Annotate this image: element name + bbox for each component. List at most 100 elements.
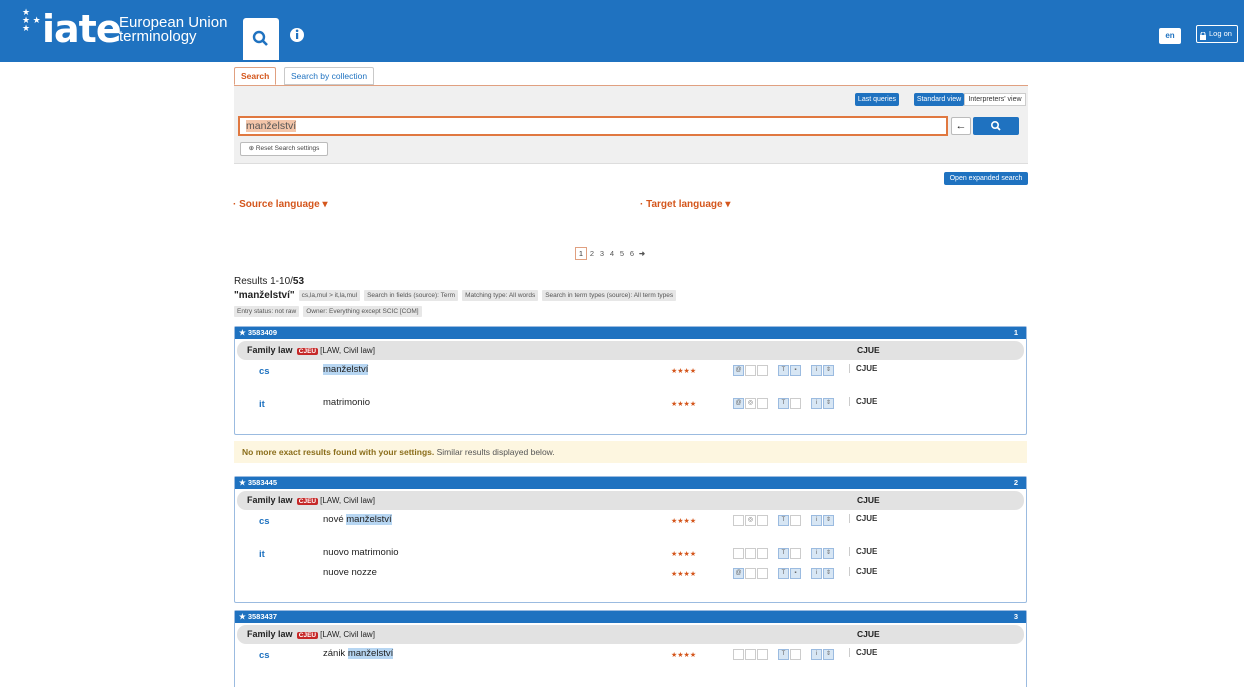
term-icons: @ ◎ Ti ⇕ <box>733 398 834 409</box>
reliability-stars: ★★★★ <box>671 518 697 525</box>
sort-icon[interactable]: ⇕ <box>823 548 834 559</box>
abbrev-icon[interactable] <box>790 515 801 526</box>
term-text[interactable]: matrimonio <box>323 397 370 408</box>
log-on-button[interactable]: Log on <box>1196 25 1238 43</box>
definition-icon[interactable]: @ <box>733 568 744 579</box>
page-4[interactable]: 4 <box>607 249 617 258</box>
sort-icon[interactable]: ⇕ <box>823 398 834 409</box>
term-text[interactable]: manželství <box>323 364 369 375</box>
page-6[interactable]: 6 <box>627 249 637 258</box>
cjeu-badge: CJEU <box>296 348 319 355</box>
interpreters-view-button[interactable]: Interpreters' view <box>964 93 1026 106</box>
term-ref-icon[interactable]: T <box>778 398 789 409</box>
page-1[interactable]: 1 <box>575 246 587 260</box>
info-mark-icon[interactable]: i <box>811 548 822 559</box>
target-language-dropdown[interactable]: · Target language ▾ <box>640 199 730 210</box>
query-summary-2: Entry status: not raw Owner: Everything … <box>234 306 422 317</box>
term-ref-icon[interactable]: T <box>778 548 789 559</box>
definition-icon[interactable] <box>733 515 744 526</box>
search-icon <box>990 120 1001 131</box>
term-text[interactable]: zánik manželství <box>323 648 394 659</box>
info-tab[interactable] <box>286 24 308 46</box>
note-icon[interactable] <box>757 548 768 559</box>
entry-header[interactable]: ★ 3583437 3 <box>235 611 1026 623</box>
note-icon[interactable] <box>757 568 768 579</box>
note-icon[interactable] <box>757 365 768 376</box>
last-queries-button[interactable]: Last queries <box>855 93 899 106</box>
note-icon[interactable] <box>757 649 768 660</box>
info-mark-icon[interactable]: i <box>811 568 822 579</box>
context-icon[interactable] <box>745 568 756 579</box>
reliability-stars: ★★★★ <box>671 652 697 659</box>
source-language-dropdown[interactable]: · Source language ▾ <box>233 199 327 210</box>
term-ref-icon[interactable]: T <box>778 515 789 526</box>
iate-logo[interactable]: iate <box>42 6 122 52</box>
info-mark-icon[interactable]: i <box>811 649 822 660</box>
domain-path: [LAW, Civil law] <box>320 346 375 355</box>
page-2[interactable]: 2 <box>587 249 597 258</box>
language-selector[interactable]: en <box>1159 28 1181 44</box>
info-icon <box>290 28 304 42</box>
back-arrow-button[interactable]: ← <box>951 117 971 135</box>
definition-icon[interactable] <box>733 649 744 660</box>
entry-card: ★ 3583437 3 Family law CJEU [LAW, Civil la… <box>234 610 1027 687</box>
no-more-rest: Similar results displayed below. <box>434 447 555 457</box>
page-5[interactable]: 5 <box>617 249 627 258</box>
term-row: cs zánik manželství ★★★★ Ti ⇕ CJUE <box>235 646 1026 666</box>
context-icon[interactable] <box>745 649 756 660</box>
context-icon[interactable] <box>745 548 756 559</box>
context-icon[interactable]: ◎ <box>745 398 756 409</box>
note-icon[interactable] <box>757 398 768 409</box>
term-source: CJUE <box>849 567 877 576</box>
definition-icon[interactable] <box>733 548 744 559</box>
entry-header[interactable]: ★ 3583409 1 <box>235 327 1026 339</box>
sort-icon[interactable]: ⇕ <box>823 568 834 579</box>
definition-icon[interactable]: @ <box>733 398 744 409</box>
search-submit-button[interactable] <box>973 117 1019 135</box>
term-row: nuove nozze ★★★★ @ T ▪ i ⇕ CJUE <box>235 565 1026 585</box>
info-mark-icon[interactable]: i <box>811 398 822 409</box>
star-icon[interactable]: ★ <box>239 328 246 337</box>
info-mark-icon[interactable]: i <box>811 515 822 526</box>
definition-icon[interactable]: @ <box>733 365 744 376</box>
results-total: 53 <box>292 276 305 287</box>
open-expanded-search-button[interactable]: Open expanded search <box>944 172 1028 185</box>
term-text[interactable]: nuove nozze <box>323 567 377 578</box>
cjeu-badge: CJEU <box>296 632 319 639</box>
term-language: it <box>259 549 265 560</box>
search-tab[interactable] <box>243 18 279 60</box>
sort-icon[interactable]: ⇕ <box>823 649 834 660</box>
context-icon[interactable]: ◎ <box>745 515 756 526</box>
search-input[interactable]: manželství <box>238 116 948 136</box>
term-row: cs manželství ★★★★ @ T ▪ i ⇕ CJUE <box>235 362 1026 382</box>
term-text[interactable]: nové manželství <box>323 514 392 525</box>
next-page-icon[interactable]: ➜ <box>637 249 647 258</box>
abbrev-icon[interactable]: ▪ <box>790 568 801 579</box>
tab-search[interactable]: Search <box>234 67 277 85</box>
term-text[interactable]: nuovo matrimonio <box>323 547 399 558</box>
tab-search-by-collection[interactable]: Search by collection <box>284 67 375 85</box>
abbrev-icon[interactable]: ▪ <box>790 365 801 376</box>
entry-header[interactable]: ★ 3583445 2 <box>235 477 1026 489</box>
star-icon[interactable]: ★ <box>239 612 246 621</box>
star-icon[interactable]: ★ <box>239 478 246 487</box>
sort-icon[interactable]: ⇕ <box>823 365 834 376</box>
standard-view-button[interactable]: Standard view <box>914 93 964 106</box>
term-ref-icon[interactable]: T <box>778 365 789 376</box>
sort-icon[interactable]: ⇕ <box>823 515 834 526</box>
term-source: CJUE <box>849 364 877 373</box>
term-ref-icon[interactable]: T <box>778 568 789 579</box>
abbrev-icon[interactable] <box>790 649 801 660</box>
page-3[interactable]: 3 <box>597 249 607 258</box>
context-icon[interactable] <box>745 365 756 376</box>
info-mark-icon[interactable]: i <box>811 365 822 376</box>
reliability-stars: ★★★★ <box>671 551 697 558</box>
abbrev-icon[interactable] <box>790 398 801 409</box>
term-highlight: manželství <box>347 648 394 659</box>
domain-path: [LAW, Civil law] <box>320 630 375 639</box>
term-ref-icon[interactable]: T <box>778 649 789 660</box>
entry-id: 3583445 <box>247 478 278 487</box>
note-icon[interactable] <box>757 515 768 526</box>
reset-search-settings-button[interactable]: ⊕ Reset Search settings <box>240 142 328 156</box>
abbrev-icon[interactable] <box>790 548 801 559</box>
